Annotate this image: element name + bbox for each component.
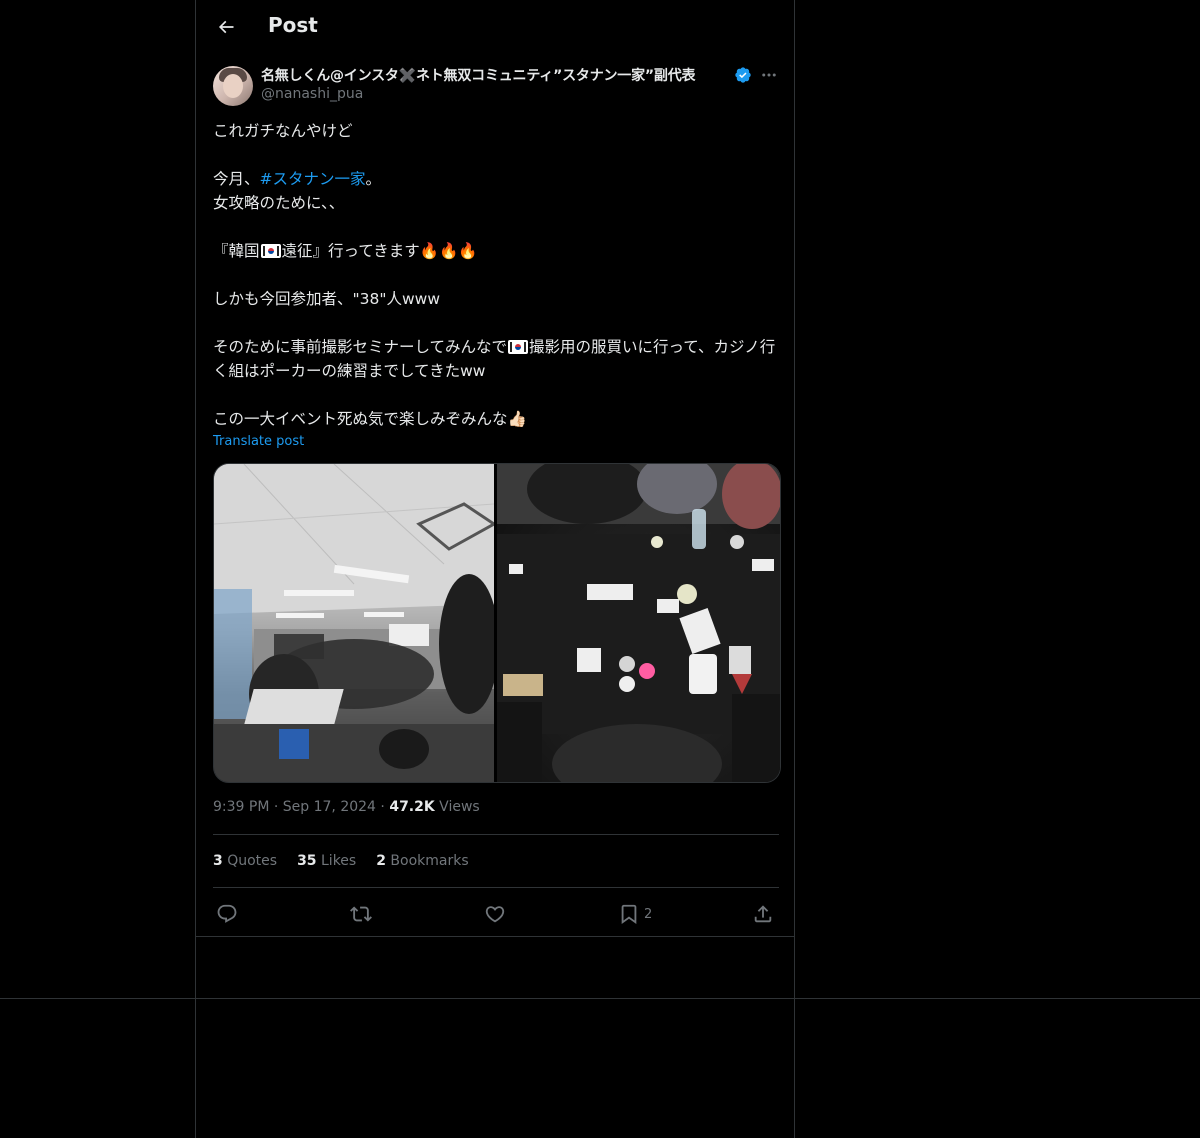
tweet-line: 女攻略のために、、 xyxy=(213,194,345,212)
likes-stat[interactable]: 35 Likes xyxy=(297,853,356,869)
verified-badge-icon xyxy=(735,67,751,83)
avatar[interactable] xyxy=(213,66,253,106)
reply-icon xyxy=(217,904,237,923)
share-icon xyxy=(754,905,772,923)
korea-flag-icon xyxy=(508,340,529,354)
translate-post-link[interactable]: Translate post xyxy=(213,434,304,449)
reply-button[interactable] xyxy=(216,900,238,928)
korea-flag-icon xyxy=(260,244,281,258)
bookmark-count: 2 xyxy=(644,906,653,922)
hashtag-link[interactable]: #スタナン一家 xyxy=(260,170,366,188)
media-grid xyxy=(213,463,781,783)
post-time[interactable]: 9:39 PM xyxy=(213,799,269,815)
back-arrow-icon xyxy=(218,20,234,34)
divider xyxy=(213,887,779,888)
tweet-meta: 9:39 PM · Sep 17, 2024 · 47.2K Views xyxy=(213,799,480,815)
more-icon xyxy=(762,73,776,77)
tweet-text: これガチなんやけど 今月、#スタナン一家。 女攻略のために、、 『韓国 遠征』行っ… xyxy=(213,119,783,431)
tweet-line: この一大イベント死ぬ気で楽しみぞみんな👍🏻 xyxy=(213,410,527,428)
views-label: Views xyxy=(439,799,480,815)
tweet-line: 今月、#スタナン一家。 xyxy=(213,170,382,188)
post-header: Post xyxy=(196,0,794,54)
tweet-line: 『韓国 遠征』行ってきます🔥🔥🔥 xyxy=(213,242,478,260)
photo-meeting-room[interactable] xyxy=(214,464,494,782)
page-title: Post xyxy=(268,13,318,37)
repost-button[interactable] xyxy=(350,900,372,928)
back-button[interactable] xyxy=(208,9,244,45)
page-divider xyxy=(0,998,1200,999)
author-handle[interactable]: @nanashi_pua xyxy=(261,86,363,102)
more-options-button[interactable] xyxy=(758,64,780,86)
tweet-line: しかも今回参加者、"38"人www xyxy=(213,290,441,308)
post-column: Post 名無しくん@インスタ✖️ネト無双コミュニティ”スタナン一家”副代表 @… xyxy=(195,0,795,1138)
divider xyxy=(196,936,794,937)
engagement-stats: 3 Quotes 35 Likes 2 Bookmarks xyxy=(213,853,469,869)
share-button[interactable] xyxy=(752,900,774,928)
bookmarks-stat[interactable]: 2 Bookmarks xyxy=(376,853,468,869)
photo-poker-table[interactable] xyxy=(497,464,780,782)
like-icon xyxy=(485,906,505,923)
tweet-line: これガチなんやけど xyxy=(213,122,353,140)
author-display-name[interactable]: 名無しくん@インスタ✖️ネト無双コミュニティ”スタナン一家”副代表 xyxy=(261,65,696,85)
like-button[interactable] xyxy=(484,900,506,928)
bookmark-icon xyxy=(621,904,637,925)
post-date[interactable]: Sep 17, 2024 xyxy=(283,799,376,815)
action-bar: 2 xyxy=(196,896,794,932)
bookmark-button[interactable]: 2 xyxy=(618,900,652,928)
views-count: 47.2K xyxy=(389,799,435,815)
divider xyxy=(213,834,779,835)
tweet-line: そのために事前撮影セミナーしてみんなで 撮影用の服買いに行って、カジノ行く組はポー… xyxy=(213,338,776,380)
repost-icon xyxy=(350,906,372,922)
quotes-stat[interactable]: 3 Quotes xyxy=(213,853,277,869)
